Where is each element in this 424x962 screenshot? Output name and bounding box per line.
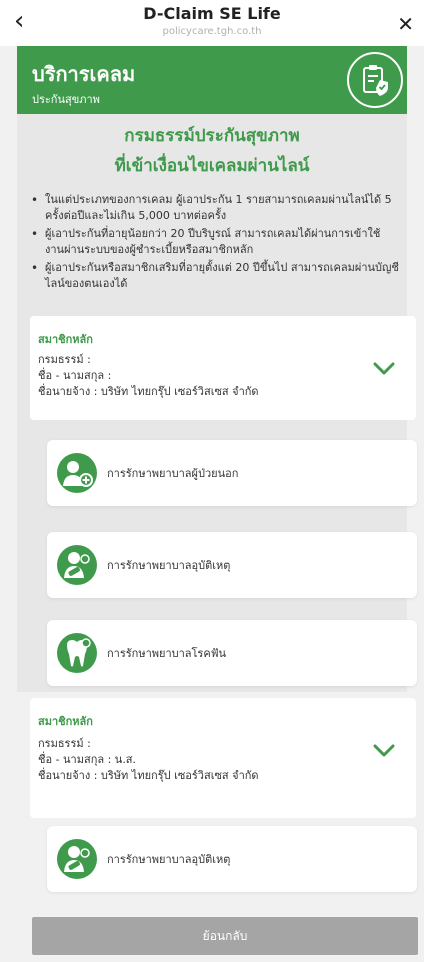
claim-option-label: การรักษาพยาบาลผู้ป่วยนอก xyxy=(107,467,239,480)
claim-option-outpatient[interactable]: การรักษาพยาบาลผู้ป่วยนอก xyxy=(47,440,417,506)
clipboard-shield-icon xyxy=(347,52,403,108)
member-card[interactable]: สมาชิกหลัก กรมธรรม์ : ชื่อ - นามสกุล : น… xyxy=(30,698,416,818)
claim-option-accident[interactable]: การรักษาพยาบาลอุบัติเหตุ xyxy=(47,532,417,598)
employer-name: ชื่อนายจ้าง : บริษัท ไทยกรุ๊ป เซอร์วิสเซ… xyxy=(38,385,259,398)
conditions-list: ในแต่ประเภทของการเคลม ผู้เอาประกัน 1 ราย… xyxy=(29,192,399,294)
top-bar: ‹ D-Claim SE Life policycare.tgh.co.th ✕ xyxy=(0,0,424,46)
member-label: สมาชิกหลัก xyxy=(38,333,93,346)
info-heading-line1: กรมธรรม์ประกันสุขภาพ xyxy=(124,126,300,146)
condition-item: ผู้เอาประกันที่อายุน้อยกว่า 20 ปีบริบูรณ… xyxy=(29,226,399,258)
back-button[interactable]: ย้อนกลับ xyxy=(32,917,418,955)
close-icon[interactable]: ✕ xyxy=(397,12,414,36)
page-url: policycare.tgh.co.th xyxy=(162,26,262,37)
accident-icon xyxy=(57,545,97,585)
accident-icon xyxy=(57,839,97,879)
condition-item: ในแต่ประเภทของการเคลม ผู้เอาประกัน 1 ราย… xyxy=(29,192,399,224)
member-label: สมาชิกหลัก xyxy=(38,715,93,728)
claim-option-dental[interactable]: การรักษาพยาบาลโรคฟัน xyxy=(47,620,417,686)
outpatient-icon xyxy=(57,453,97,493)
employer-name: ชื่อนายจ้าง : บริษัท ไทยกรุ๊ป เซอร์วิสเซ… xyxy=(38,769,259,782)
member-card[interactable]: สมาชิกหลัก กรมธรรม์ : ชื่อ - นามสกุล : ช… xyxy=(30,316,416,420)
banner-title: บริการเคลม xyxy=(32,62,136,86)
claim-option-label: การรักษาพยาบาลอุบัติเหตุ xyxy=(107,853,231,866)
tooth-icon xyxy=(57,633,97,673)
chevron-down-icon[interactable] xyxy=(370,358,398,378)
info-heading-line2: ที่เข้าเงื่อนไขเคลมผ่านไลน์ xyxy=(114,156,310,176)
app-title: D-Claim SE Life xyxy=(143,4,281,23)
claim-option-label: การรักษาพยาบาลโรคฟัน xyxy=(107,647,226,660)
condition-item: ผู้เอาประกันหรือสมาชิกเสริมที่อายุตั้งแต… xyxy=(29,260,399,292)
banner-subtitle: ประกันสุขภาพ xyxy=(32,93,100,106)
claim-option-accident[interactable]: การรักษาพยาบาลอุบัติเหตุ xyxy=(47,826,417,892)
service-banner: บริการเคลม ประกันสุขภาพ xyxy=(17,46,407,114)
claim-option-label: การรักษาพยาบาลอุบัติเหตุ xyxy=(107,559,231,572)
chevron-down-icon[interactable] xyxy=(370,740,398,760)
